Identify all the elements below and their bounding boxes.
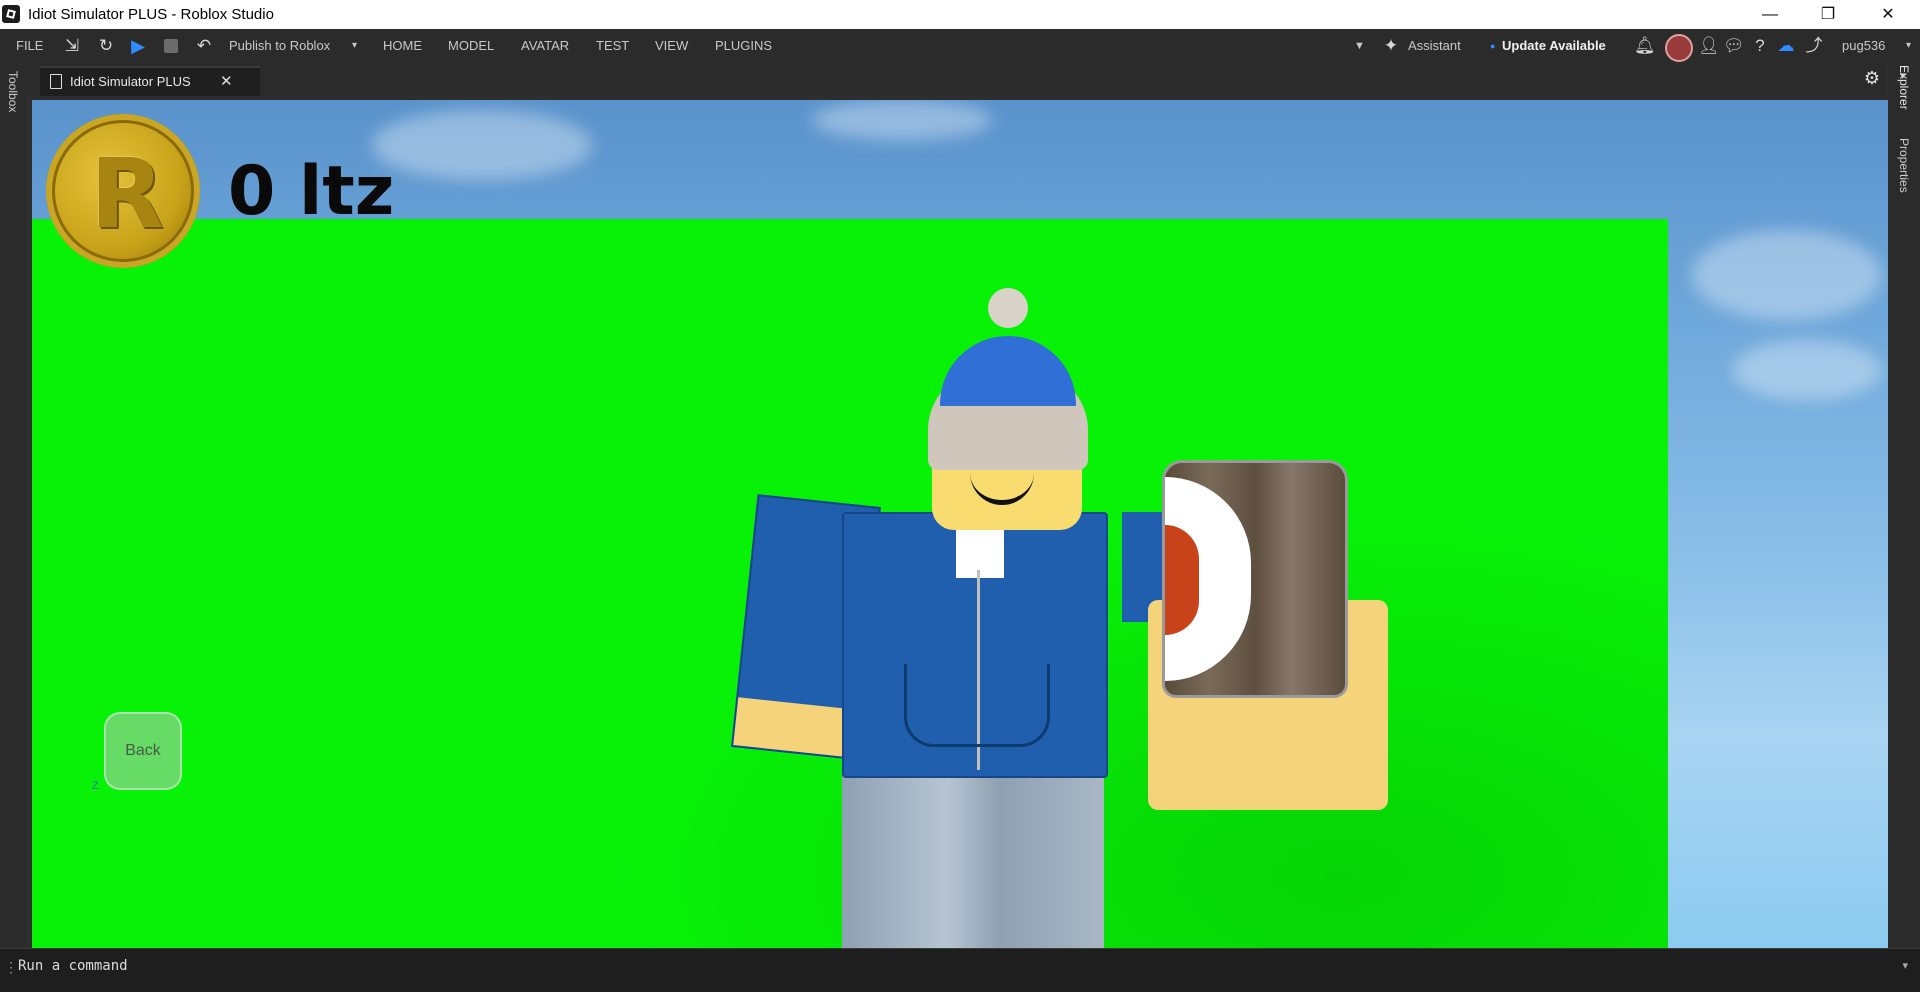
coin-letter: R xyxy=(90,138,164,250)
sparkle-icon: ✦ xyxy=(1383,36,1399,55)
stop-icon[interactable] xyxy=(164,39,178,53)
document-tab-strip: Idiot Simulator PLUS ✕ xyxy=(26,63,1886,96)
tab-plugins[interactable]: PLUGINS xyxy=(715,38,772,53)
help-icon[interactable]: ? xyxy=(1750,36,1770,56)
sky-cloud xyxy=(1692,230,1882,320)
character-legs xyxy=(842,760,1104,948)
restore-button[interactable]: ❐ xyxy=(1800,0,1856,29)
avatar[interactable] xyxy=(1665,34,1693,62)
notifications-icon[interactable]: 🔔︎ xyxy=(1634,36,1656,56)
back-keybind: Z xyxy=(92,780,99,792)
currency-counter: 0 ltz xyxy=(228,152,395,231)
update-available-button[interactable]: Update Available xyxy=(1502,38,1606,53)
play-icon[interactable]: ▶ xyxy=(128,36,148,56)
properties-panel-tab[interactable]: Properties xyxy=(1897,138,1911,193)
redo-icon[interactable]: ↻ xyxy=(96,36,116,56)
import-icon[interactable]: ⇲ xyxy=(62,36,82,56)
character-left-hand xyxy=(733,697,858,758)
user-dropdown-icon[interactable]: ▾ xyxy=(1906,40,1911,51)
tab-model[interactable]: MODEL xyxy=(448,38,494,53)
sky-cloud xyxy=(812,100,992,140)
tab-close-icon[interactable]: ✕ xyxy=(220,72,233,90)
toolbox-panel-tab[interactable]: Toolbox xyxy=(6,71,20,112)
ribbon-collapse-icon[interactable]: ▼ xyxy=(1354,40,1365,52)
beanie-pompom xyxy=(988,288,1028,328)
document-tab-label: Idiot Simulator PLUS xyxy=(70,74,191,89)
update-dot-icon: ● xyxy=(1490,41,1496,51)
settings-gear-icon[interactable]: ⚙ xyxy=(1864,68,1880,89)
tab-home[interactable]: HOME xyxy=(383,38,422,53)
game-viewport[interactable]: R 0 ltz Back Z xyxy=(32,100,1888,948)
sky-cloud xyxy=(372,110,592,180)
title-bar: Idiot Simulator PLUS - Roblox Studio — ❐… xyxy=(0,0,1920,29)
menu-bar: FILE ⇲ ↻ ▶ ↶ Publish to Roblox ▾ HOME MO… xyxy=(0,29,1920,63)
can-logo xyxy=(1165,525,1199,635)
roblox-studio-icon xyxy=(2,5,20,23)
cloud-icon[interactable]: ☁ xyxy=(1776,36,1796,56)
back-button[interactable]: Back xyxy=(104,712,182,790)
add-friend-icon[interactable]: 👤︎ xyxy=(1698,36,1720,56)
close-button[interactable]: ✕ xyxy=(1860,0,1916,29)
smile xyxy=(970,470,1034,505)
hoodie-pocket xyxy=(904,664,1050,747)
tab-view[interactable]: VIEW xyxy=(655,38,688,53)
held-can xyxy=(1162,460,1348,698)
chat-icon[interactable]: 💬︎ xyxy=(1723,36,1745,56)
command-input[interactable]: Run a command xyxy=(18,958,128,974)
command-bar: ⋮ Run a command ▾ xyxy=(0,948,1920,992)
undo-icon[interactable]: ↶ xyxy=(194,36,214,56)
explorer-panel-tab[interactable]: Explorer xyxy=(1897,65,1911,110)
document-tab[interactable]: Idiot Simulator PLUS ✕ xyxy=(40,66,260,96)
left-dock: Toolbox xyxy=(0,63,26,948)
sky-cloud xyxy=(1732,340,1882,400)
window-title: Idiot Simulator PLUS - Roblox Studio xyxy=(28,6,274,23)
username-label[interactable]: pug536 xyxy=(1842,38,1885,53)
share-icon[interactable]: ⤴ xyxy=(1804,36,1824,56)
command-history-icon[interactable]: ▾ xyxy=(1902,959,1908,972)
drag-grip-icon[interactable]: ⋮ xyxy=(4,959,18,976)
tab-avatar[interactable]: AVATAR xyxy=(521,38,569,53)
minimize-button[interactable]: — xyxy=(1742,0,1798,29)
file-menu[interactable]: FILE xyxy=(16,38,43,53)
document-icon xyxy=(50,74,62,89)
publish-dropdown-icon[interactable]: ▾ xyxy=(352,40,357,51)
right-dock: ▾ Explorer Properties xyxy=(1888,63,1920,948)
robux-coin-icon: R xyxy=(46,114,200,268)
assistant-button[interactable]: Assistant xyxy=(1408,38,1461,53)
character-torso xyxy=(842,512,1108,778)
tab-test[interactable]: TEST xyxy=(596,38,629,53)
publish-button[interactable]: Publish to Roblox xyxy=(229,38,330,53)
